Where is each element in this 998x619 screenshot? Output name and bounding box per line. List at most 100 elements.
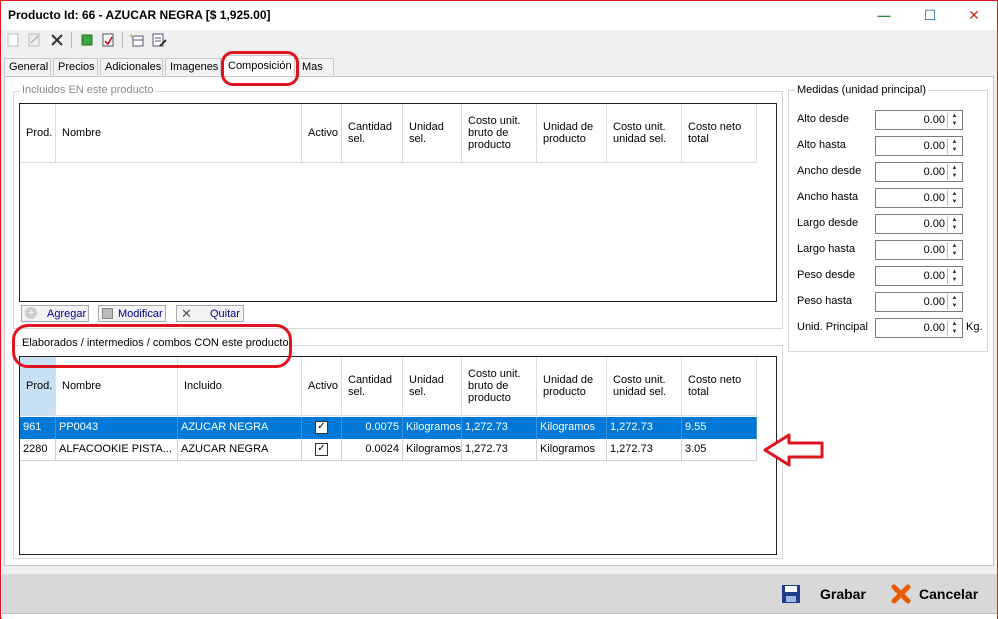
cell-neto: 3.05 — [682, 439, 757, 461]
unid-principal-spinner[interactable]: 0.00 ▲ ▼ — [875, 318, 963, 338]
cell-costo-bruto: 1,272.73 — [462, 417, 537, 439]
unid-principal-label: Unid. Principal — [797, 321, 868, 333]
spinner-arrows-icon[interactable]: ▲ ▼ — [947, 268, 961, 284]
ancho-hasta-spinner[interactable]: 0.00 ▲ ▼ — [875, 188, 963, 208]
spinner-arrows-icon[interactable]: ▲ ▼ — [947, 190, 961, 206]
spinner-arrows-icon[interactable]: ▲ ▼ — [947, 216, 961, 232]
cell-activo: ✓ — [302, 417, 342, 439]
column-header-cantidad[interactable]: Cantidad sel. — [342, 357, 403, 416]
edit-document-icon[interactable] — [26, 32, 42, 48]
incluidos-legend: Incluidos EN este producto — [20, 84, 156, 96]
column-header-unidad[interactable]: Unidad sel. — [403, 104, 462, 163]
cell-incluido: AZUCAR NEGRA — [178, 439, 302, 461]
column-header-neto[interactable]: Costo neto total — [682, 104, 757, 163]
tab-imagenes[interactable]: Imagenes — [165, 58, 221, 75]
column-header-unidad[interactable]: Unidad sel. — [403, 357, 462, 416]
ancho-desde-spinner[interactable]: 0.00 ▲ ▼ — [875, 162, 963, 182]
cell-activo: ✓ — [302, 439, 342, 461]
column-header-cantidad[interactable]: Cantidad sel. — [342, 104, 403, 163]
column-header-costo-unidad[interactable]: Costo unit. unidad sel. — [607, 104, 682, 163]
largo-hasta-label: Largo hasta — [797, 243, 856, 255]
cell-neto: 9.55 — [682, 417, 757, 439]
highlight-legend-annotation — [12, 324, 292, 368]
close-button[interactable]: ✕ — [951, 1, 997, 30]
column-header-activo[interactable]: Activo — [302, 357, 342, 416]
cell-prod: 961 — [20, 417, 56, 439]
book-icon[interactable] — [79, 32, 95, 48]
spinner-arrows-icon[interactable]: ▲ ▼ — [947, 242, 961, 258]
minimize-icon: — — [877, 8, 891, 23]
background-window-edge — [2, 613, 997, 619]
activo-checkbox[interactable]: ✓ — [315, 420, 328, 434]
minimize-button[interactable]: — — [861, 1, 907, 30]
grabar-button[interactable]: Grabar — [781, 582, 866, 606]
tab-precios[interactable]: Precios — [53, 58, 98, 75]
column-header-unidad-producto[interactable]: Unidad de producto — [537, 357, 607, 416]
tab-mas[interactable]: Mas — [297, 58, 334, 75]
modificar-button[interactable]: Modificar — [98, 305, 166, 322]
toolbar-separator — [122, 32, 123, 48]
report-icon[interactable] — [100, 32, 116, 48]
window-title: Producto Id: 66 - AZUCAR NEGRA [$ 1,925.… — [8, 8, 271, 22]
column-header-prod[interactable]: Prod. — [20, 104, 56, 163]
cell-incluido: AZUCAR NEGRA — [178, 417, 302, 439]
cell-prod: 2280 — [20, 439, 56, 461]
alto-desde-spinner[interactable]: 0.00 ▲ ▼ — [875, 110, 963, 130]
alto-desde-label: Alto desde — [797, 113, 849, 125]
column-header-activo[interactable]: Activo — [302, 104, 342, 163]
save-icon — [782, 585, 800, 603]
new-document-icon[interactable] — [5, 32, 21, 48]
product-window: Producto Id: 66 - AZUCAR NEGRA [$ 1,925.… — [0, 0, 998, 619]
spinner-arrows-icon[interactable]: ▲ ▼ — [947, 294, 961, 310]
table-row[interactable]: 961 PP0043 AZUCAR NEGRA ✓ 0.0075 Kilogra… — [20, 417, 757, 439]
highlight-tab-annotation — [221, 51, 299, 86]
tab-general[interactable]: General — [4, 58, 51, 75]
spinner-arrows-icon[interactable]: ▲ ▼ — [947, 138, 961, 154]
ancho-desde-label: Ancho desde — [797, 165, 862, 177]
maximize-button[interactable]: ☐ — [907, 1, 953, 30]
column-header-costo-bruto[interactable]: Costo unit. bruto de producto — [462, 357, 537, 416]
modificar-label: Modificar — [118, 308, 163, 320]
peso-desde-spinner[interactable]: 0.00 ▲ ▼ — [875, 266, 963, 286]
cancelar-button[interactable]: Cancelar — [891, 582, 978, 606]
cancelar-label: Cancelar — [919, 586, 979, 602]
column-header-unidad-producto[interactable]: Unidad de producto — [537, 104, 607, 163]
column-header-nombre[interactable]: Nombre — [56, 104, 302, 163]
cell-cantidad: 0.0024 — [342, 439, 403, 461]
spinner-arrows-icon[interactable]: ▲ ▼ — [947, 112, 961, 128]
toolbar-separator — [71, 32, 72, 48]
cell-costo-unidad: 1,272.73 — [607, 417, 682, 439]
column-header-neto[interactable]: Costo neto total — [682, 357, 757, 416]
cell-unidad: Kilogramos — [403, 439, 462, 461]
cancel-icon — [891, 584, 911, 604]
quitar-button[interactable]: ✕ Quitar — [176, 305, 244, 322]
largo-desde-label: Largo desde — [797, 217, 859, 229]
activo-checkbox[interactable]: ✓ — [315, 442, 328, 456]
spinner-arrows-icon[interactable]: ▲ ▼ — [947, 164, 961, 180]
incluidos-grid: Prod. Nombre Activo Cantidad sel. Unidad… — [19, 103, 777, 302]
title-bar: Producto Id: 66 - AZUCAR NEGRA [$ 1,925.… — [1, 1, 997, 30]
edit-table-icon[interactable] — [151, 32, 167, 48]
add-table-icon[interactable]: + — [129, 32, 145, 48]
table-row[interactable]: 2280 ALFACOOKIE PISTA... AZUCAR NEGRA ✓ … — [20, 439, 757, 461]
svg-text:+: + — [129, 32, 134, 41]
spinner-arrows-icon[interactable]: ▲ ▼ — [947, 320, 961, 336]
add-icon: + — [25, 307, 37, 319]
tab-adicionales[interactable]: Adicionales — [100, 58, 163, 75]
arrow-left-icon — [763, 432, 825, 471]
column-header-costo-unidad[interactable]: Costo unit. unidad sel. — [607, 357, 682, 416]
peso-desde-label: Peso desde — [797, 269, 856, 281]
medidas-legend: Medidas (unidad principal) — [795, 84, 929, 96]
delete-icon[interactable] — [49, 32, 65, 48]
quitar-label: Quitar — [210, 308, 240, 320]
cell-unidad: Kilogramos — [403, 417, 462, 439]
column-header-costo-bruto[interactable]: Costo unit. bruto de producto — [462, 104, 537, 163]
agregar-button[interactable]: + Agregar — [21, 305, 89, 322]
cell-unidad-producto: Kilogramos — [537, 417, 607, 439]
largo-hasta-spinner[interactable]: 0.00 ▲ ▼ — [875, 240, 963, 260]
peso-hasta-spinner[interactable]: 0.00 ▲ ▼ — [875, 292, 963, 312]
edit-icon — [102, 308, 113, 319]
grabar-label: Grabar — [820, 586, 866, 602]
alto-hasta-spinner[interactable]: 0.00 ▲ ▼ — [875, 136, 963, 156]
largo-desde-spinner[interactable]: 0.00 ▲ ▼ — [875, 214, 963, 234]
